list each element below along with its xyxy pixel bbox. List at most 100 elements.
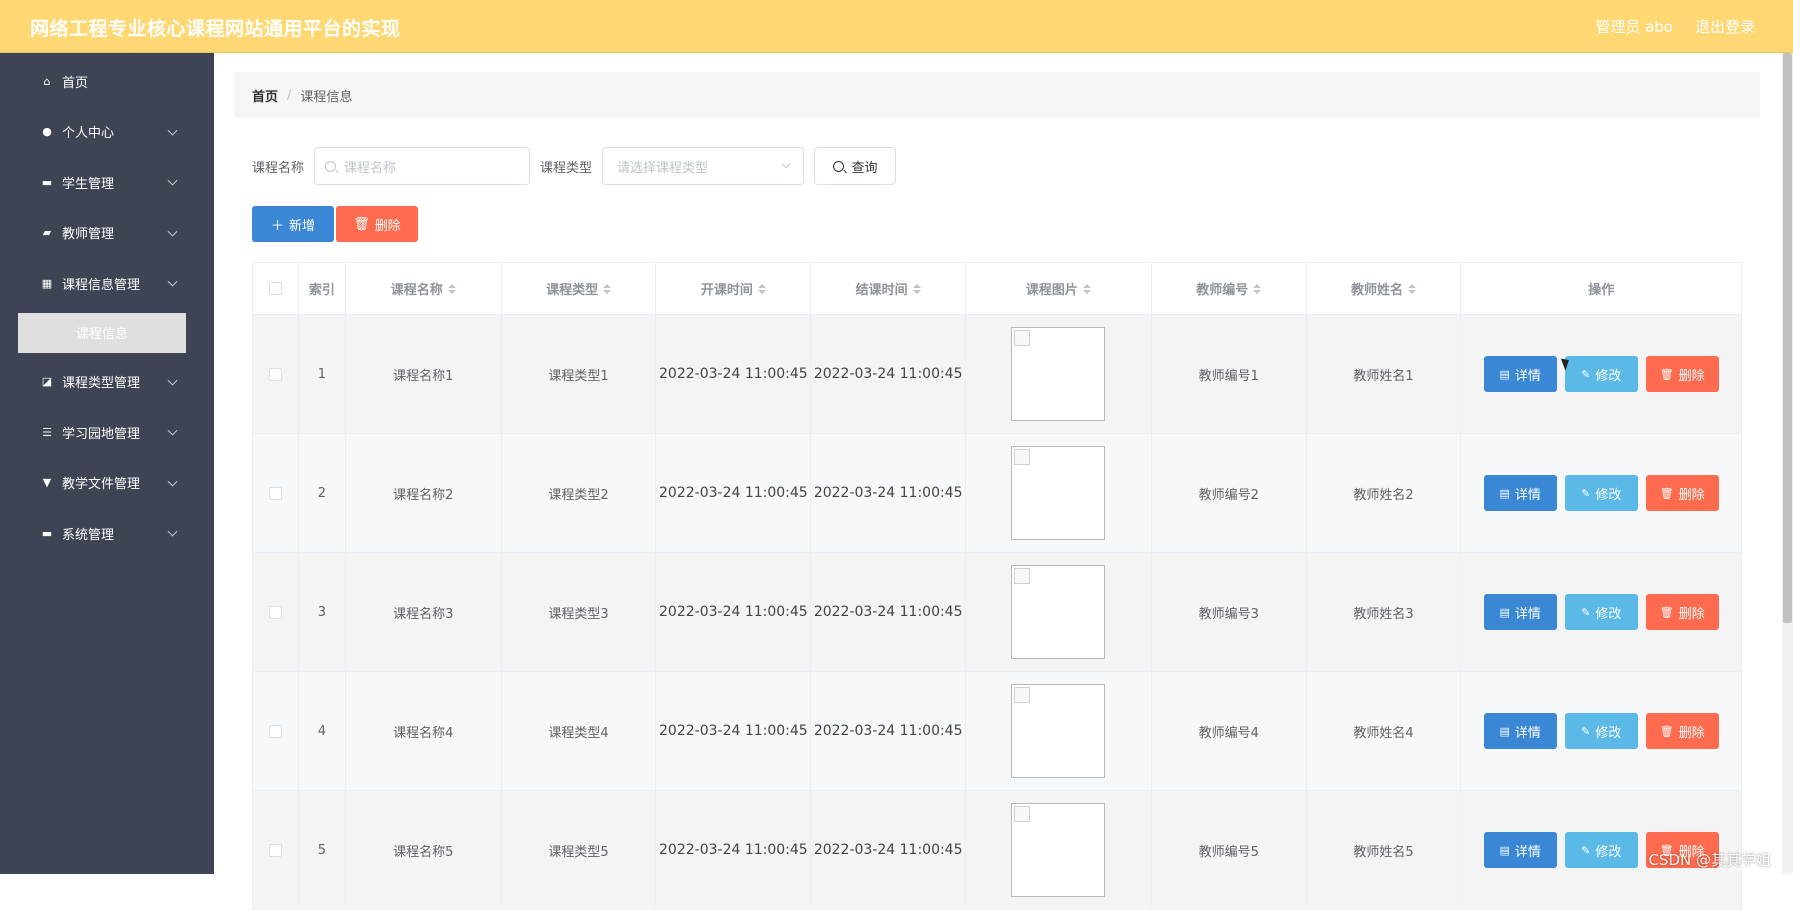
row-select-cell bbox=[253, 315, 299, 433]
column-header-label: 课程类型 bbox=[546, 279, 598, 298]
pencil-icon: ✎ bbox=[1581, 606, 1590, 619]
row-select-cell bbox=[253, 791, 299, 909]
row-actions-cell: ▤详情✎修改🗑删除 bbox=[1461, 434, 1741, 552]
sidebar-item-8[interactable]: ▬系统管理 bbox=[0, 508, 214, 559]
file-icon: ▼ bbox=[40, 476, 54, 490]
column-header[interactable]: 开课时间 bbox=[656, 263, 811, 314]
detail-button-label: 详情 bbox=[1515, 603, 1541, 622]
search-icon bbox=[833, 161, 844, 172]
edit-button-label: 修改 bbox=[1595, 841, 1621, 860]
user-icon: ● bbox=[40, 125, 54, 139]
cell-teacher-no: 教师编号4 bbox=[1152, 672, 1307, 790]
detail-button[interactable]: ▤详情 bbox=[1484, 713, 1557, 749]
edit-button[interactable]: ✎修改 bbox=[1565, 713, 1638, 749]
cell-teacher-name: 教师姓名5 bbox=[1307, 791, 1462, 909]
teacher-icon: ▰ bbox=[40, 226, 54, 240]
edit-button[interactable]: ✎修改 bbox=[1565, 475, 1638, 511]
sidebar-item-4[interactable]: ▦课程信息管理 bbox=[0, 258, 214, 309]
course-image-cell bbox=[966, 434, 1152, 552]
cell-type: 课程类型4 bbox=[502, 672, 657, 790]
row-checkbox[interactable] bbox=[269, 368, 282, 381]
delete-button[interactable]: 🗑删除 bbox=[1646, 713, 1719, 749]
document-icon: ▤ bbox=[1500, 844, 1510, 857]
cell-name: 课程名称5 bbox=[346, 791, 502, 909]
batch-delete-button[interactable]: 🗑 删除 bbox=[336, 206, 418, 242]
row-checkbox[interactable] bbox=[269, 606, 282, 619]
sidebar-item-label: 学生管理 bbox=[62, 173, 114, 192]
row-actions-cell: ▤详情✎修改🗑删除 bbox=[1461, 672, 1741, 790]
sort-caret-icon[interactable] bbox=[913, 284, 921, 294]
detail-button[interactable]: ▤详情 bbox=[1484, 832, 1557, 868]
table-row: 2课程名称2课程类型22022-03-24 11:00:452022-03-24… bbox=[253, 434, 1741, 553]
broken-image-icon bbox=[1011, 565, 1105, 659]
delete-button[interactable]: 🗑删除 bbox=[1646, 356, 1719, 392]
add-button[interactable]: ＋ 新增 bbox=[252, 206, 334, 242]
delete-button[interactable]: 🗑删除 bbox=[1646, 475, 1719, 511]
breadcrumb: 首页 / 课程信息 bbox=[234, 72, 1760, 118]
detail-button[interactable]: ▤详情 bbox=[1484, 475, 1557, 511]
watermark: CSDN @其其学姐 bbox=[1648, 849, 1771, 870]
column-header[interactable]: 课程类型 bbox=[502, 263, 657, 314]
sidebar-item-3[interactable]: ▰ 教师管理 bbox=[0, 208, 214, 259]
user-label: 管理员 abo bbox=[1595, 16, 1673, 37]
edit-button-label: 修改 bbox=[1595, 603, 1621, 622]
column-header[interactable]: 教师编号 bbox=[1152, 263, 1307, 314]
delete-button-label: 删除 bbox=[1679, 484, 1705, 503]
page-scrollbar[interactable] bbox=[1782, 53, 1793, 874]
sidebar-item-6[interactable]: ☰学习园地管理 bbox=[0, 407, 214, 458]
chevron-down-icon bbox=[168, 527, 178, 537]
sidebar-item-5[interactable]: ◪课程类型管理 bbox=[0, 357, 214, 408]
column-header[interactable]: 课程名称 bbox=[346, 263, 502, 314]
main-content: 首页 / 课程信息 课程名称 课程名称 课程类型 请选择课程类型 查询 ＋ 新增… bbox=[214, 53, 1793, 874]
column-header-label: 开课时间 bbox=[701, 279, 753, 298]
detail-button[interactable]: ▤详情 bbox=[1484, 356, 1557, 392]
course-name-input[interactable]: 课程名称 bbox=[314, 147, 530, 185]
cell-name: 课程名称4 bbox=[346, 672, 502, 790]
cell-index: 3 bbox=[299, 553, 346, 671]
cell-index: 1 bbox=[299, 315, 346, 433]
chevron-down-icon bbox=[168, 375, 178, 385]
sidebar-item-2[interactable]: ▬学生管理 bbox=[0, 157, 214, 208]
column-header[interactable]: 教师姓名 bbox=[1307, 263, 1462, 314]
sidebar-item-label: 教师管理 bbox=[62, 223, 114, 242]
sort-caret-icon[interactable] bbox=[448, 284, 456, 294]
course-type-select[interactable]: 请选择课程类型 bbox=[602, 147, 804, 185]
row-checkbox[interactable] bbox=[269, 487, 282, 500]
row-checkbox[interactable] bbox=[269, 844, 282, 857]
course-name-placeholder: 课程名称 bbox=[344, 157, 396, 176]
sort-caret-icon[interactable] bbox=[1083, 284, 1091, 294]
edit-button-label: 修改 bbox=[1595, 722, 1621, 741]
row-checkbox[interactable] bbox=[269, 725, 282, 738]
course-type-placeholder: 请选择课程类型 bbox=[617, 157, 708, 176]
broken-image-icon bbox=[1011, 446, 1105, 540]
cell-teacher-name: 教师姓名3 bbox=[1307, 553, 1462, 671]
sort-caret-icon[interactable] bbox=[758, 284, 766, 294]
edit-button[interactable]: ✎修改 bbox=[1565, 832, 1638, 868]
chevron-down-icon bbox=[168, 176, 178, 186]
column-header[interactable]: 结课时间 bbox=[811, 263, 966, 314]
sort-caret-icon[interactable] bbox=[603, 284, 611, 294]
select-all-cell[interactable] bbox=[253, 263, 299, 314]
sidebar-item-0[interactable]: ⌂首页 bbox=[0, 56, 214, 107]
sort-caret-icon[interactable] bbox=[1253, 284, 1261, 294]
column-header-label: 教师姓名 bbox=[1351, 279, 1403, 298]
select-all-checkbox[interactable] bbox=[269, 282, 282, 295]
edit-button[interactable]: ✎修改 bbox=[1565, 356, 1638, 392]
detail-button[interactable]: ▤详情 bbox=[1484, 594, 1557, 630]
scrollbar-thumb[interactable] bbox=[1783, 53, 1792, 623]
delete-button[interactable]: 🗑删除 bbox=[1646, 594, 1719, 630]
sidebar-item-7[interactable]: ▼教学文件管理 bbox=[0, 458, 214, 509]
breadcrumb-home[interactable]: 首页 bbox=[252, 86, 278, 105]
logout-link[interactable]: 退出登录 bbox=[1695, 16, 1755, 37]
batch-delete-label: 删除 bbox=[375, 215, 401, 234]
sidebar-subitem-course-info[interactable]: 课程信息 bbox=[18, 313, 186, 353]
sidebar-item-label: 个人中心 bbox=[62, 122, 114, 141]
sort-caret-icon[interactable] bbox=[1408, 284, 1416, 294]
sidebar-item-1[interactable]: ● 个人中心 bbox=[0, 107, 214, 158]
plus-icon: ＋ bbox=[271, 215, 284, 234]
query-button[interactable]: 查询 bbox=[814, 147, 896, 185]
broken-image-icon bbox=[1011, 803, 1105, 897]
cell-index: 2 bbox=[299, 434, 346, 552]
column-header[interactable]: 课程图片 bbox=[966, 263, 1152, 314]
edit-button[interactable]: ✎ 修改 bbox=[1565, 594, 1638, 630]
